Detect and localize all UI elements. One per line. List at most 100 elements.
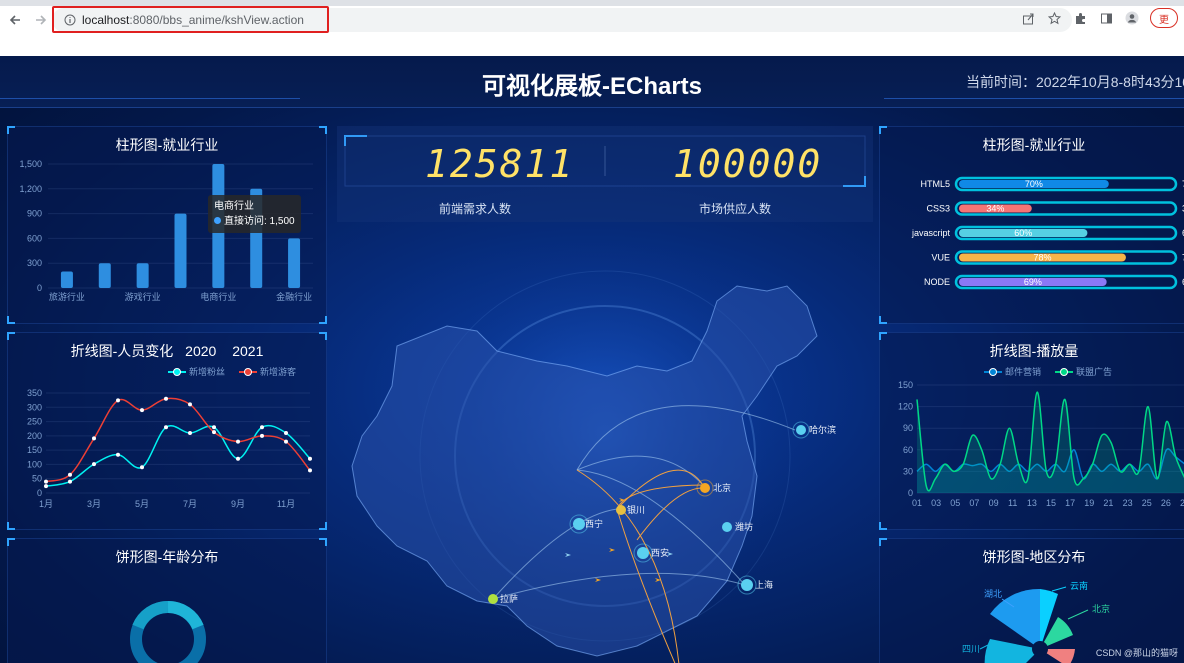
x-tick-label: 26 (1161, 498, 1171, 508)
map-svg: 哈尔滨 北京 银川 西宁 潍坊 西安 上海 拉萨 广州 (351, 246, 836, 663)
extensions-icon[interactable] (1072, 10, 1088, 26)
y-tick-label: 30 (903, 466, 913, 476)
back-button[interactable] (4, 9, 26, 31)
x-tick-label: 09 (989, 498, 999, 508)
x-tick-label: 15 (1046, 498, 1056, 508)
forward-button[interactable] (30, 9, 52, 31)
supply-label: 市场供应人数 (699, 202, 772, 216)
x-tick-label: 9月 (231, 499, 245, 509)
browser-chrome: localhost:8080/bbs_anime/kshView.action … (0, 0, 1184, 56)
dashboard: 可视化展板-ECharts 当前时间：2022年10月8-8时43分10秒 柱形… (0, 56, 1184, 663)
y-tick-label: 0 (37, 283, 42, 293)
city-marker-weifang (722, 522, 732, 532)
data-point (188, 431, 192, 435)
x-tick-label: 25 (1142, 498, 1152, 508)
series-line (45, 397, 311, 483)
progress-percent-label: 69% (1024, 277, 1042, 287)
y-tick-label: 1,500 (19, 159, 42, 169)
x-tick-label: 5月 (135, 499, 149, 509)
pie-slice (132, 600, 169, 630)
y-tick-label: 90 (903, 423, 913, 433)
data-point (212, 425, 216, 430)
data-point (92, 436, 96, 441)
city-marker-yinchuan (616, 505, 626, 515)
data-point (284, 431, 288, 435)
city-marker-xining (573, 518, 585, 530)
pie-slice (167, 600, 204, 630)
y-tick-label: 300 (27, 402, 42, 412)
progress-category-label: javascript (911, 228, 951, 238)
tooltip-dot (214, 217, 221, 224)
x-tick-label: 7月 (183, 499, 197, 509)
data-point (212, 430, 216, 435)
city-marker-shanghai (741, 579, 753, 591)
y-tick-label: 100 (27, 459, 42, 469)
update-button[interactable]: 更 (1150, 8, 1178, 28)
line-chart-play: 0 30 60 90 120 150 01 03 05 07 09 11 13 15 17 19 21 23 25 2… (898, 380, 1184, 508)
progress-percent-label: 60% (1014, 228, 1032, 238)
bar (288, 238, 301, 288)
x-tick-label: 金融行业 (276, 291, 312, 302)
x-tick-label: 17 (1065, 498, 1075, 508)
progress-category-label: NODE (924, 277, 950, 287)
progress-bar-chart: HTML570%702CSS334%350javascript60%610VUE… (911, 176, 1184, 290)
forward-arrow-icon (36, 15, 47, 25)
bookmark-star-icon[interactable] (1046, 10, 1062, 26)
tooltip-value: 直接访问: 1,500 (224, 216, 295, 227)
supply-value: 100000 (673, 142, 823, 186)
data-point (68, 479, 72, 484)
bar (136, 263, 149, 288)
y-tick-label: 1,200 (19, 184, 42, 194)
data-point (308, 456, 312, 461)
data-point (188, 402, 192, 407)
data-point (44, 484, 48, 489)
panel-progress-jobs: 柱形图-就业行业 HTML570%702CSS334%350javascript… (879, 126, 1184, 324)
city-label-shanghai: 上海 (755, 579, 773, 590)
demand-value: 125811 (425, 142, 575, 186)
progress-percent-label: 70% (1025, 179, 1043, 189)
bar (60, 271, 73, 288)
share-icon[interactable] (1020, 10, 1036, 26)
data-point (68, 472, 72, 477)
x-tick-label: 3月 (87, 499, 101, 509)
pie-label-sichuan: 四川 (962, 644, 980, 654)
x-tick-label: 电商行业 (200, 291, 236, 302)
y-tick-label: 250 (27, 417, 42, 427)
side-panel-icon[interactable] (1098, 10, 1114, 26)
data-point (164, 425, 168, 430)
panel-pie-region: 饼形图-地区分布 湖北 云南 北京 四川 (879, 538, 1184, 663)
bar (98, 263, 111, 288)
data-point (236, 456, 240, 461)
x-tick-label: 13 (1027, 498, 1037, 508)
profile-avatar-icon[interactable] (1124, 10, 1140, 26)
china-map[interactable]: 哈尔滨 北京 银川 西宁 潍坊 西安 上海 拉萨 广州 (337, 226, 873, 663)
x-tick-label: 07 (969, 498, 979, 508)
data-point (308, 468, 312, 473)
city-label-xian: 西安 (651, 547, 669, 558)
city-label-weifang: 潍坊 (735, 521, 753, 532)
city-label-xining: 西宁 (585, 518, 603, 529)
city-label-yinchuan: 银川 (627, 504, 645, 515)
city-marker-beijing (700, 483, 710, 493)
progress-percent-label: 34% (986, 204, 1004, 214)
progress-category-label: CSS3 (926, 204, 950, 214)
x-tick-label: 29 (1180, 498, 1184, 508)
city-label-lhasa: 拉萨 (500, 593, 518, 604)
chart-tooltip: 电商行业 直接访问: 1,500 (208, 195, 301, 233)
data-point (284, 439, 288, 444)
x-tick-label: 旅游行业 (49, 291, 85, 302)
data-point (236, 439, 240, 444)
city-marker-harbin (796, 425, 806, 435)
pie-label-hubei: 湖北 (984, 589, 1002, 599)
demand-label: 前端需求人数 (439, 202, 512, 216)
city-label-harbin: 哈尔滨 (809, 424, 836, 435)
line-chart-people: 0 50 100 150 200 250 300 350 1月 3月 5月 7月 9月 11月 (27, 388, 312, 509)
city-label-beijing: 北京 (713, 482, 731, 493)
y-tick-label: 0 (908, 488, 913, 498)
data-point (164, 396, 168, 401)
pie-chart-age (130, 600, 206, 663)
data-point (140, 408, 144, 413)
y-tick-label: 900 (27, 209, 42, 219)
progress-category-label: HTML5 (920, 179, 950, 189)
panel-line-play: 折线图-播放量 邮件营销 联盟广告 0 30 60 90 120 150 01 03 05 07 0… (879, 332, 1184, 530)
